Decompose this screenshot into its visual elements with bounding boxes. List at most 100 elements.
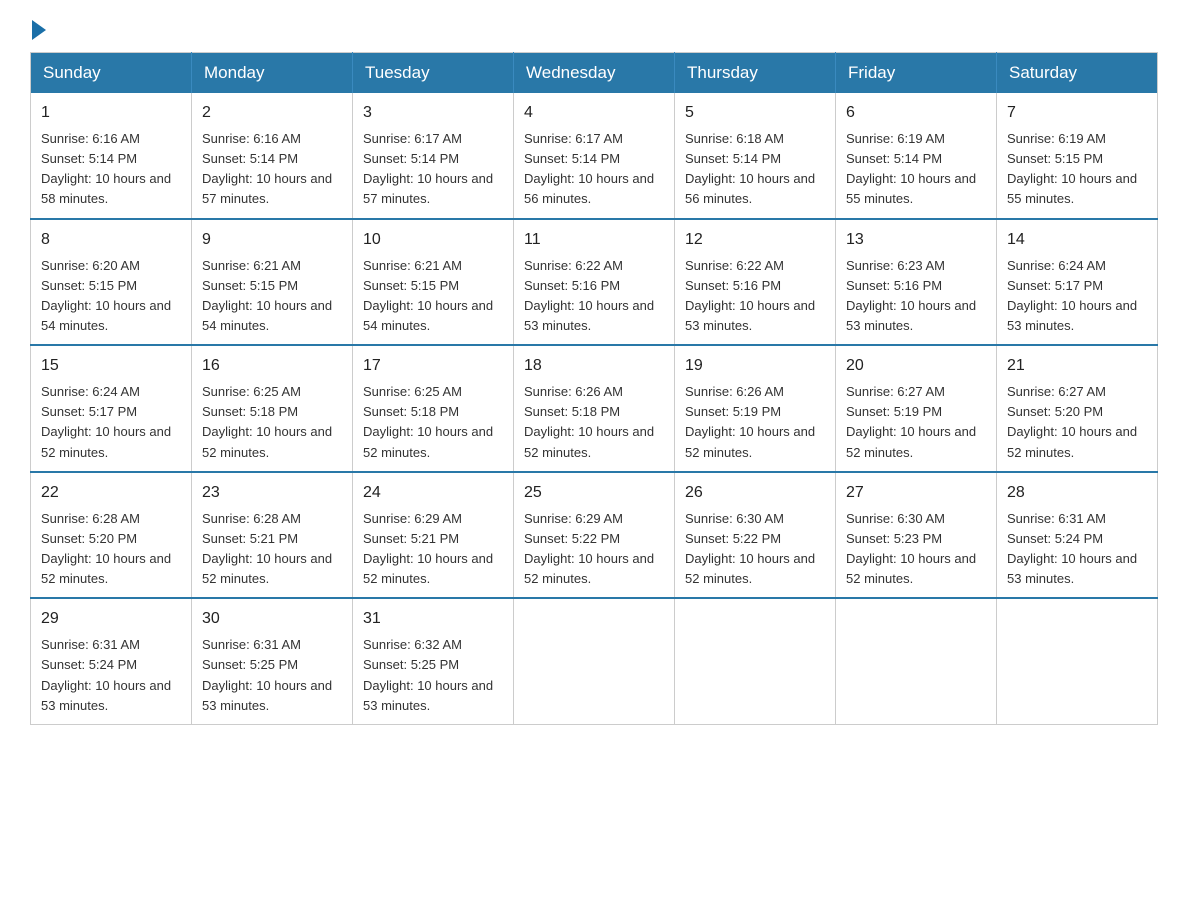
calendar-cell: 23 Sunrise: 6:28 AMSunset: 5:21 PMDaylig… (192, 472, 353, 599)
calendar-cell: 21 Sunrise: 6:27 AMSunset: 5:20 PMDaylig… (997, 345, 1158, 472)
calendar-cell: 13 Sunrise: 6:23 AMSunset: 5:16 PMDaylig… (836, 219, 997, 346)
day-number: 5 (685, 101, 825, 125)
day-info: Sunrise: 6:21 AMSunset: 5:15 PMDaylight:… (363, 258, 493, 333)
calendar-cell: 30 Sunrise: 6:31 AMSunset: 5:25 PMDaylig… (192, 598, 353, 724)
day-number: 25 (524, 481, 664, 505)
day-info: Sunrise: 6:31 AMSunset: 5:24 PMDaylight:… (1007, 511, 1137, 586)
col-header-saturday: Saturday (997, 53, 1158, 94)
col-header-friday: Friday (836, 53, 997, 94)
page-header (30, 20, 1158, 32)
calendar-cell: 4 Sunrise: 6:17 AMSunset: 5:14 PMDayligh… (514, 93, 675, 219)
calendar-cell: 20 Sunrise: 6:27 AMSunset: 5:19 PMDaylig… (836, 345, 997, 472)
day-info: Sunrise: 6:17 AMSunset: 5:14 PMDaylight:… (524, 131, 654, 206)
day-info: Sunrise: 6:18 AMSunset: 5:14 PMDaylight:… (685, 131, 815, 206)
calendar-week-row: 29 Sunrise: 6:31 AMSunset: 5:24 PMDaylig… (31, 598, 1158, 724)
day-info: Sunrise: 6:22 AMSunset: 5:16 PMDaylight:… (685, 258, 815, 333)
day-number: 4 (524, 101, 664, 125)
calendar-cell: 25 Sunrise: 6:29 AMSunset: 5:22 PMDaylig… (514, 472, 675, 599)
day-info: Sunrise: 6:28 AMSunset: 5:20 PMDaylight:… (41, 511, 171, 586)
calendar-cell (836, 598, 997, 724)
calendar-cell: 7 Sunrise: 6:19 AMSunset: 5:15 PMDayligh… (997, 93, 1158, 219)
day-info: Sunrise: 6:19 AMSunset: 5:15 PMDaylight:… (1007, 131, 1137, 206)
calendar-header-row: SundayMondayTuesdayWednesdayThursdayFrid… (31, 53, 1158, 94)
day-number: 8 (41, 228, 181, 252)
day-number: 3 (363, 101, 503, 125)
day-number: 13 (846, 228, 986, 252)
day-info: Sunrise: 6:29 AMSunset: 5:21 PMDaylight:… (363, 511, 493, 586)
day-info: Sunrise: 6:16 AMSunset: 5:14 PMDaylight:… (202, 131, 332, 206)
day-number: 29 (41, 607, 181, 631)
calendar-cell: 15 Sunrise: 6:24 AMSunset: 5:17 PMDaylig… (31, 345, 192, 472)
day-number: 11 (524, 228, 664, 252)
calendar-week-row: 8 Sunrise: 6:20 AMSunset: 5:15 PMDayligh… (31, 219, 1158, 346)
day-info: Sunrise: 6:28 AMSunset: 5:21 PMDaylight:… (202, 511, 332, 586)
day-number: 9 (202, 228, 342, 252)
day-info: Sunrise: 6:26 AMSunset: 5:19 PMDaylight:… (685, 384, 815, 459)
calendar-cell: 28 Sunrise: 6:31 AMSunset: 5:24 PMDaylig… (997, 472, 1158, 599)
day-info: Sunrise: 6:32 AMSunset: 5:25 PMDaylight:… (363, 637, 493, 712)
day-number: 21 (1007, 354, 1147, 378)
day-number: 12 (685, 228, 825, 252)
day-info: Sunrise: 6:27 AMSunset: 5:20 PMDaylight:… (1007, 384, 1137, 459)
calendar-week-row: 15 Sunrise: 6:24 AMSunset: 5:17 PMDaylig… (31, 345, 1158, 472)
calendar-cell: 29 Sunrise: 6:31 AMSunset: 5:24 PMDaylig… (31, 598, 192, 724)
calendar-cell: 3 Sunrise: 6:17 AMSunset: 5:14 PMDayligh… (353, 93, 514, 219)
day-info: Sunrise: 6:24 AMSunset: 5:17 PMDaylight:… (41, 384, 171, 459)
calendar-cell: 26 Sunrise: 6:30 AMSunset: 5:22 PMDaylig… (675, 472, 836, 599)
day-info: Sunrise: 6:16 AMSunset: 5:14 PMDaylight:… (41, 131, 171, 206)
day-number: 7 (1007, 101, 1147, 125)
day-info: Sunrise: 6:30 AMSunset: 5:22 PMDaylight:… (685, 511, 815, 586)
calendar-cell (675, 598, 836, 724)
day-number: 27 (846, 481, 986, 505)
calendar-cell: 27 Sunrise: 6:30 AMSunset: 5:23 PMDaylig… (836, 472, 997, 599)
calendar-cell: 11 Sunrise: 6:22 AMSunset: 5:16 PMDaylig… (514, 219, 675, 346)
day-number: 2 (202, 101, 342, 125)
logo-text (30, 20, 48, 40)
day-number: 19 (685, 354, 825, 378)
day-info: Sunrise: 6:17 AMSunset: 5:14 PMDaylight:… (363, 131, 493, 206)
day-number: 31 (363, 607, 503, 631)
day-number: 20 (846, 354, 986, 378)
day-info: Sunrise: 6:19 AMSunset: 5:14 PMDaylight:… (846, 131, 976, 206)
day-info: Sunrise: 6:31 AMSunset: 5:25 PMDaylight:… (202, 637, 332, 712)
calendar-cell: 8 Sunrise: 6:20 AMSunset: 5:15 PMDayligh… (31, 219, 192, 346)
calendar-cell (514, 598, 675, 724)
day-number: 28 (1007, 481, 1147, 505)
logo-arrow-icon (32, 20, 46, 40)
day-number: 18 (524, 354, 664, 378)
day-number: 24 (363, 481, 503, 505)
calendar-cell: 18 Sunrise: 6:26 AMSunset: 5:18 PMDaylig… (514, 345, 675, 472)
day-info: Sunrise: 6:29 AMSunset: 5:22 PMDaylight:… (524, 511, 654, 586)
day-info: Sunrise: 6:27 AMSunset: 5:19 PMDaylight:… (846, 384, 976, 459)
day-info: Sunrise: 6:26 AMSunset: 5:18 PMDaylight:… (524, 384, 654, 459)
day-info: Sunrise: 6:22 AMSunset: 5:16 PMDaylight:… (524, 258, 654, 333)
calendar-cell: 24 Sunrise: 6:29 AMSunset: 5:21 PMDaylig… (353, 472, 514, 599)
day-number: 6 (846, 101, 986, 125)
calendar-cell: 31 Sunrise: 6:32 AMSunset: 5:25 PMDaylig… (353, 598, 514, 724)
calendar-cell (997, 598, 1158, 724)
day-number: 14 (1007, 228, 1147, 252)
col-header-wednesday: Wednesday (514, 53, 675, 94)
day-number: 16 (202, 354, 342, 378)
day-info: Sunrise: 6:23 AMSunset: 5:16 PMDaylight:… (846, 258, 976, 333)
calendar-week-row: 22 Sunrise: 6:28 AMSunset: 5:20 PMDaylig… (31, 472, 1158, 599)
day-info: Sunrise: 6:24 AMSunset: 5:17 PMDaylight:… (1007, 258, 1137, 333)
col-header-tuesday: Tuesday (353, 53, 514, 94)
day-info: Sunrise: 6:25 AMSunset: 5:18 PMDaylight:… (363, 384, 493, 459)
col-header-monday: Monday (192, 53, 353, 94)
calendar-cell: 19 Sunrise: 6:26 AMSunset: 5:19 PMDaylig… (675, 345, 836, 472)
day-info: Sunrise: 6:21 AMSunset: 5:15 PMDaylight:… (202, 258, 332, 333)
calendar-cell: 10 Sunrise: 6:21 AMSunset: 5:15 PMDaylig… (353, 219, 514, 346)
day-number: 26 (685, 481, 825, 505)
calendar-cell: 5 Sunrise: 6:18 AMSunset: 5:14 PMDayligh… (675, 93, 836, 219)
col-header-thursday: Thursday (675, 53, 836, 94)
logo (30, 20, 48, 32)
day-info: Sunrise: 6:30 AMSunset: 5:23 PMDaylight:… (846, 511, 976, 586)
calendar-cell: 17 Sunrise: 6:25 AMSunset: 5:18 PMDaylig… (353, 345, 514, 472)
day-number: 23 (202, 481, 342, 505)
calendar-cell: 16 Sunrise: 6:25 AMSunset: 5:18 PMDaylig… (192, 345, 353, 472)
day-number: 17 (363, 354, 503, 378)
calendar-cell: 22 Sunrise: 6:28 AMSunset: 5:20 PMDaylig… (31, 472, 192, 599)
calendar-cell: 2 Sunrise: 6:16 AMSunset: 5:14 PMDayligh… (192, 93, 353, 219)
day-number: 30 (202, 607, 342, 631)
